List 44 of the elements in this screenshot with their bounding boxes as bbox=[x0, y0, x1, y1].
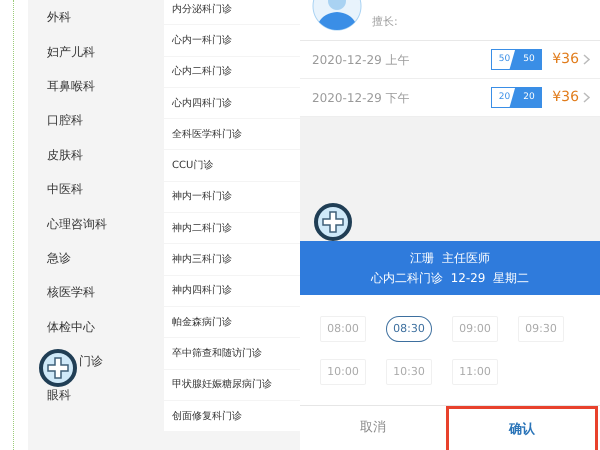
plus-icon bbox=[321, 210, 345, 234]
clinic-item[interactable]: 神内一科门诊 bbox=[164, 182, 300, 212]
department-item[interactable]: 眼科 bbox=[47, 386, 71, 404]
appointment-date: 12-29 bbox=[450, 271, 486, 285]
department-item[interactable]: 急诊 bbox=[47, 248, 71, 267]
clinic-item[interactable]: 神内四科门诊 bbox=[164, 276, 300, 306]
clinic-item[interactable]: 创面修复科门诊 bbox=[164, 400, 300, 432]
department-item[interactable]: 心理咨询科 bbox=[47, 214, 107, 233]
department-item[interactable]: 耳鼻喉科 bbox=[47, 76, 95, 95]
clinic-item[interactable]: CCU门诊 bbox=[164, 150, 300, 181]
schedule-date: 2020-12-29 上午 bbox=[312, 52, 411, 68]
confirm-button[interactable]: 确认 bbox=[446, 406, 598, 450]
schedule-date: 2020-12-29 下午 bbox=[312, 90, 411, 106]
plus-icon bbox=[46, 356, 70, 380]
doctor-name: 江珊 bbox=[410, 251, 434, 265]
department-item[interactable]: 中医科 bbox=[47, 180, 83, 198]
chevron-icon bbox=[583, 54, 590, 65]
department-item[interactable]: 体检中心 bbox=[47, 318, 95, 336]
quota-badge: 20 20 bbox=[491, 87, 542, 108]
price: ¥36 bbox=[552, 88, 579, 107]
department-item[interactable]: 外科 bbox=[47, 8, 71, 26]
clinic-item[interactable]: 心内二科门诊 bbox=[164, 56, 300, 87]
time-slot[interactable]: 08:30 bbox=[386, 316, 432, 342]
clinic-item[interactable]: 心内一科门诊 bbox=[164, 25, 300, 56]
weekday: 星期二 bbox=[493, 271, 530, 285]
expertise-label: 擅长: bbox=[372, 14, 398, 30]
clinic-name: 心内二科门诊 bbox=[370, 271, 443, 285]
clinic-item[interactable]: 神内三科门诊 bbox=[164, 244, 300, 275]
clinic-item[interactable]: 心内四科门诊 bbox=[164, 88, 300, 118]
doctor-title: 主任医师 bbox=[442, 251, 490, 265]
clinic-item[interactable]: 卒中筛查和随访门诊 bbox=[164, 338, 300, 369]
clinic-item[interactable]: 全科医学科门诊 bbox=[164, 119, 300, 150]
clinic-item[interactable]: 帕金森病门诊 bbox=[164, 306, 300, 338]
clinic-item[interactable]: 神内二科门诊 bbox=[164, 213, 300, 244]
chevron-icon bbox=[583, 92, 590, 103]
department-item[interactable]: 皮肤科 bbox=[47, 146, 83, 164]
clinic-item[interactable]: 内分泌科门诊 bbox=[164, 0, 300, 24]
department-item[interactable]: 核医学科 bbox=[47, 283, 95, 302]
price: ¥36 bbox=[552, 50, 579, 69]
department-item[interactable]: 妇产儿科 bbox=[47, 42, 95, 61]
clinic-item[interactable]: 甲状腺妊娠糖尿病门诊 bbox=[164, 370, 300, 400]
department-item[interactable]: 门诊 bbox=[79, 352, 103, 370]
department-item[interactable]: 口腔科 bbox=[47, 111, 83, 130]
quota-badge: 50 50 bbox=[491, 49, 542, 70]
